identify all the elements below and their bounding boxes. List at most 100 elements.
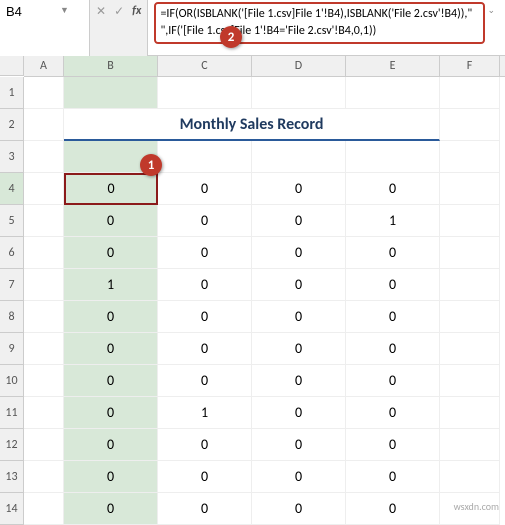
cell-B5[interactable]: 0 — [64, 205, 158, 237]
cell-F10[interactable] — [440, 365, 500, 397]
cancel-icon[interactable]: ✕ — [96, 2, 106, 19]
cell-A3[interactable] — [24, 141, 64, 173]
row-header-11[interactable]: 11 — [0, 397, 24, 429]
col-header-B[interactable]: B — [64, 56, 158, 76]
col-header-D[interactable]: D — [252, 56, 346, 76]
formula-text[interactable]: =IF(OR(ISBLANK('[File 1.csv]File 1'!B4),… — [154, 2, 485, 44]
cell-C10[interactable]: 0 — [158, 365, 252, 397]
cell-E11[interactable]: 0 — [346, 397, 440, 429]
row-header-3[interactable]: 3 — [0, 141, 24, 173]
cell-C6[interactable]: 0 — [158, 237, 252, 269]
chevron-down-icon[interactable]: ▼ — [60, 2, 69, 16]
name-box[interactable] — [4, 2, 60, 21]
cell-A8[interactable] — [24, 301, 64, 333]
cell-C9[interactable]: 0 — [158, 333, 252, 365]
cell-C5[interactable]: 0 — [158, 205, 252, 237]
cell-E13[interactable]: 0 — [346, 461, 440, 493]
row-header-12[interactable]: 12 — [0, 429, 24, 461]
row-header-9[interactable]: 9 — [0, 333, 24, 365]
cell-D10[interactable]: 0 — [252, 365, 346, 397]
cell-D4[interactable]: 0 — [252, 173, 346, 205]
cell-A4[interactable] — [24, 173, 64, 205]
cell-D5[interactable]: 0 — [252, 205, 346, 237]
cell-C7[interactable]: 0 — [158, 269, 252, 301]
cell-F2[interactable] — [440, 109, 500, 141]
cell-A10[interactable] — [24, 365, 64, 397]
cell-D1[interactable] — [252, 77, 346, 109]
cell-F8[interactable] — [440, 301, 500, 333]
cell-B13[interactable]: 0 — [64, 461, 158, 493]
select-all-corner[interactable] — [0, 56, 24, 76]
col-header-E[interactable]: E — [346, 56, 440, 76]
cell-A5[interactable] — [24, 205, 64, 237]
cell-E3[interactable] — [346, 141, 440, 173]
name-box-container[interactable]: ▼ — [0, 0, 90, 56]
cell-E5[interactable]: 1 — [346, 205, 440, 237]
cell-A14[interactable] — [24, 493, 64, 525]
row-header-6[interactable]: 6 — [0, 237, 24, 269]
cell-E1[interactable] — [346, 77, 440, 109]
cell-F9[interactable] — [440, 333, 500, 365]
cell-D8[interactable]: 0 — [252, 301, 346, 333]
cell-B6[interactable]: 0 — [64, 237, 158, 269]
formula-bar[interactable]: =IF(OR(ISBLANK('[File 1.csv]File 1'!B4),… — [148, 0, 505, 55]
cell-F13[interactable] — [440, 461, 500, 493]
cell-D7[interactable]: 0 — [252, 269, 346, 301]
title-cell[interactable]: Monthly Sales Record — [64, 109, 440, 141]
cell-F6[interactable] — [440, 237, 500, 269]
row-header-13[interactable]: 13 — [0, 461, 24, 493]
cell-A6[interactable] — [24, 237, 64, 269]
cell-E7[interactable]: 0 — [346, 269, 440, 301]
cell-F12[interactable] — [440, 429, 500, 461]
cell-D12[interactable]: 0 — [252, 429, 346, 461]
cell-D13[interactable]: 0 — [252, 461, 346, 493]
cell-F3[interactable] — [440, 141, 500, 173]
col-header-A[interactable]: A — [24, 56, 64, 76]
cell-D3[interactable] — [252, 141, 346, 173]
cell-D6[interactable]: 0 — [252, 237, 346, 269]
row-header-7[interactable]: 7 — [0, 269, 24, 301]
cell-B10[interactable]: 0 — [64, 365, 158, 397]
cell-E10[interactable]: 0 — [346, 365, 440, 397]
cell-B12[interactable]: 0 — [64, 429, 158, 461]
cell-C8[interactable]: 0 — [158, 301, 252, 333]
cell-C4[interactable]: 0 — [158, 173, 252, 205]
cell-B11[interactable]: 0 — [64, 397, 158, 429]
cell-D9[interactable]: 0 — [252, 333, 346, 365]
cell-E12[interactable]: 0 — [346, 429, 440, 461]
expand-formula-icon[interactable]: ⌄ — [485, 2, 499, 16]
cell-F4[interactable] — [440, 173, 500, 205]
cell-C11[interactable]: 1 — [158, 397, 252, 429]
cell-E8[interactable]: 0 — [346, 301, 440, 333]
cell-E4[interactable]: 0 — [346, 173, 440, 205]
row-header-2[interactable]: 2 — [0, 109, 24, 141]
cell-F1[interactable] — [440, 77, 500, 109]
cell-A2[interactable] — [24, 109, 64, 141]
col-header-C[interactable]: C — [158, 56, 252, 76]
cell-C1[interactable] — [158, 77, 252, 109]
cell-F7[interactable] — [440, 269, 500, 301]
row-header-1[interactable]: 1 — [0, 77, 24, 109]
cell-A9[interactable] — [24, 333, 64, 365]
accept-icon[interactable]: ✓ — [114, 2, 124, 19]
cell-B1[interactable] — [64, 77, 158, 109]
row-header-8[interactable]: 8 — [0, 301, 24, 333]
cell-A1[interactable] — [24, 77, 64, 109]
fx-icon[interactable]: fx — [132, 2, 141, 18]
cell-B8[interactable]: 0 — [64, 301, 158, 333]
cell-E14[interactable]: 0 — [346, 493, 440, 525]
cell-A11[interactable] — [24, 397, 64, 429]
cell-F11[interactable] — [440, 397, 500, 429]
cell-E6[interactable]: 0 — [346, 237, 440, 269]
row-header-4[interactable]: 4 — [0, 173, 24, 205]
cell-B9[interactable]: 0 — [64, 333, 158, 365]
cell-B14[interactable]: 0 — [64, 493, 158, 525]
col-header-F[interactable]: F — [440, 56, 500, 76]
row-header-14[interactable]: 14 — [0, 493, 24, 525]
cell-C14[interactable]: 0 — [158, 493, 252, 525]
cell-D11[interactable]: 0 — [252, 397, 346, 429]
cell-F5[interactable] — [440, 205, 500, 237]
cell-B7[interactable]: 1 — [64, 269, 158, 301]
cell-A12[interactable] — [24, 429, 64, 461]
cell-A13[interactable] — [24, 461, 64, 493]
